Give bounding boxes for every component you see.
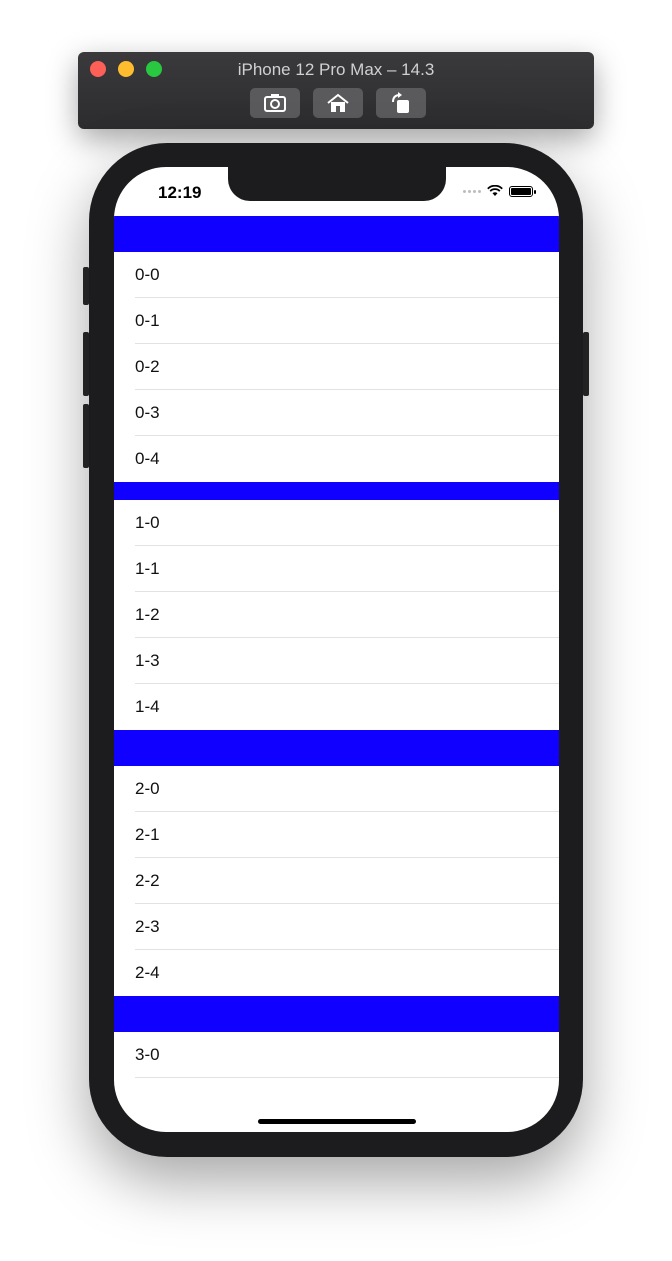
row-label: 2-0 (135, 779, 160, 798)
screenshot-button[interactable] (250, 88, 300, 118)
battery-icon (509, 185, 536, 197)
table-row[interactable]: 0-3 (114, 390, 559, 436)
home-icon (327, 93, 349, 112)
simulator-title-bar: iPhone 12 Pro Max – 14.3 (78, 52, 594, 129)
phone-screen: 12:19 0-0 0-1 0-2 0-3 0-4 1-0 1-1 1-2 1-3 1-4 2-0 2… (114, 167, 559, 1132)
table-view[interactable]: 0-0 0-1 0-2 0-3 0-4 1-0 1-1 1-2 1-3 1-4 2-0 2-1 2-2 2… (114, 216, 559, 1078)
section-header (114, 482, 559, 500)
rotate-icon (392, 92, 409, 113)
status-time: 12:19 (158, 183, 202, 202)
table-row[interactable]: 0-4 (114, 436, 559, 482)
section-header (114, 730, 559, 766)
notch (228, 167, 446, 201)
table-row[interactable]: 1-4 (114, 684, 559, 730)
home-indicator[interactable] (258, 1119, 416, 1124)
table-row[interactable]: 1-0 (114, 500, 559, 546)
simulator-title: iPhone 12 Pro Max – 14.3 (237, 60, 435, 79)
row-label: 0-1 (135, 311, 160, 330)
table-row[interactable]: 3-0 (114, 1032, 559, 1078)
row-label: 0-4 (135, 449, 160, 468)
home-button[interactable] (313, 88, 363, 118)
table-row[interactable]: 2-4 (114, 950, 559, 996)
row-label: 2-1 (135, 825, 160, 844)
table-row[interactable]: 1-1 (114, 546, 559, 592)
row-label: 0-0 (135, 265, 160, 284)
table-row[interactable]: 2-0 (114, 766, 559, 812)
section-header (114, 216, 559, 252)
table-row[interactable]: 1-3 (114, 638, 559, 684)
power-button (583, 332, 589, 396)
table-row[interactable]: 1-2 (114, 592, 559, 638)
row-label: 1-2 (135, 605, 160, 624)
rotate-button[interactable] (376, 88, 426, 118)
row-label: 1-0 (135, 513, 160, 532)
row-label: 1-4 (135, 697, 160, 716)
table-row[interactable]: 2-3 (114, 904, 559, 950)
table-row[interactable]: 2-2 (114, 858, 559, 904)
table-row[interactable]: 0-1 (114, 298, 559, 344)
row-label: 2-4 (135, 963, 160, 982)
table-row[interactable]: 0-2 (114, 344, 559, 390)
row-label: 1-1 (135, 559, 160, 578)
row-label: 0-2 (135, 357, 160, 376)
camera-icon (264, 94, 286, 112)
row-label: 2-3 (135, 917, 160, 936)
table-row[interactable]: 0-0 (114, 252, 559, 298)
section-header (114, 996, 559, 1032)
status-indicators (463, 185, 536, 197)
wifi-icon (487, 185, 503, 196)
cellular-signal-icon (463, 189, 481, 193)
row-label: 1-3 (135, 651, 160, 670)
row-label: 0-3 (135, 403, 160, 422)
row-label: 3-0 (135, 1045, 160, 1064)
row-label: 2-2 (135, 871, 160, 890)
table-row[interactable]: 2-1 (114, 812, 559, 858)
